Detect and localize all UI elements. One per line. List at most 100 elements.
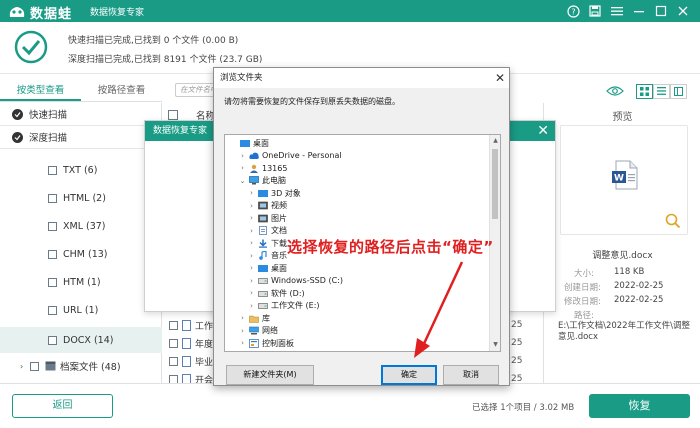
tree-label: DOCX (14) (63, 334, 114, 346)
chevron-right-icon[interactable]: › (247, 289, 256, 297)
chevron-right-icon[interactable]: › (247, 239, 256, 247)
tree-label: TXT (6) (63, 164, 98, 176)
size-label: 大小: (574, 269, 594, 279)
divider (0, 148, 162, 149)
list-view-icon[interactable] (653, 83, 670, 99)
tab-by-path[interactable]: 按路径查看 (81, 80, 162, 101)
folder-node[interactable]: › 3D 对象 (247, 187, 301, 200)
checkbox[interactable] (30, 361, 39, 371)
folder-label: 此电脑 (262, 176, 286, 186)
folder-node[interactable]: › 软件 (D:) (247, 287, 305, 300)
folder-node[interactable]: › 图片 (247, 212, 287, 225)
deep-scan-status: 深度扫描已完成,已找到 8191 个文件 (23.7 GB) (68, 55, 263, 65)
checkbox[interactable] (169, 320, 178, 330)
scroll-down-icon[interactable]: ▼ (490, 341, 500, 348)
folder-node[interactable]: › 视频 (247, 200, 287, 213)
checkbox[interactable] (169, 338, 178, 348)
chevron-right-icon[interactable]: › (247, 227, 256, 235)
chevron-right-icon[interactable]: › (247, 214, 256, 222)
detail-view-icon[interactable] (670, 83, 687, 99)
cancel-button[interactable]: 取消 (443, 365, 499, 385)
checkbox[interactable] (48, 165, 57, 175)
tree-quick-scan[interactable]: 快速扫描 (0, 103, 162, 125)
chevron-right-icon[interactable]: › (238, 339, 247, 347)
chevron-right-icon[interactable]: › (247, 202, 256, 210)
media-folder-icon (258, 201, 268, 210)
checkbox[interactable] (48, 221, 57, 231)
menu-icon[interactable] (606, 2, 628, 20)
zoom-icon[interactable] (665, 213, 681, 229)
tree-item-xml[interactable]: XML (37) (0, 215, 162, 237)
chevron-right-icon[interactable]: › (247, 264, 256, 272)
folder-node[interactable]: › 网络 (238, 325, 278, 338)
tree-item-archive[interactable]: › 档案文件 (48) (0, 355, 162, 377)
folder-node[interactable]: › 下载 (247, 237, 287, 250)
eye-icon[interactable] (606, 85, 624, 97)
save-icon[interactable] (584, 2, 606, 20)
close-icon[interactable] (672, 2, 694, 20)
folder-node[interactable]: › 音乐 (247, 250, 287, 263)
chevron-right-icon[interactable]: › (247, 189, 256, 197)
folder-node[interactable]: ⌄ 此电脑 (238, 175, 286, 188)
minimize-icon[interactable] (628, 2, 650, 20)
ok-button[interactable]: 确定 (381, 365, 437, 385)
folder-label: Windows-SSD (C:) (271, 276, 343, 286)
folder-node[interactable]: › 桌面 (247, 262, 287, 275)
scroll-thumb[interactable] (492, 149, 498, 219)
music-icon (259, 251, 267, 261)
folder-node[interactable]: › 工作文件 (E:) (247, 300, 319, 313)
check-icon (12, 131, 23, 143)
tree-item-chm[interactable]: CHM (13) (0, 243, 162, 265)
folder-node[interactable]: › OneDrive - Personal (238, 150, 342, 163)
chevron-right-icon[interactable]: › (238, 164, 247, 172)
checkbox[interactable] (48, 305, 57, 315)
recover-button[interactable]: 恢复 (589, 394, 690, 418)
preview-panel: 预览 W 调整意见.docx 大小: 118 KB 创建日期: 2022-02-… (543, 103, 700, 383)
select-all-checkbox[interactable] (168, 110, 178, 120)
checkbox[interactable] (48, 277, 57, 287)
chevron-right-icon[interactable]: › (247, 252, 256, 260)
user-icon (250, 164, 258, 173)
maximize-icon[interactable] (650, 2, 672, 20)
folder-node[interactable]: › 文档 (247, 225, 287, 238)
app-window: 数据蛙 数据恢复专家 ? 快速扫描已完成,已找到 0 个文件 (0.00 B) … (0, 0, 700, 428)
checkbox[interactable] (48, 193, 57, 203)
folder-node[interactable]: 桌面 (229, 137, 269, 150)
back-button[interactable]: 返回 (12, 394, 113, 418)
tree-deep-scan[interactable]: 深度扫描 (0, 126, 162, 148)
tree-item-html[interactable]: HTML (2) (0, 187, 162, 209)
chevron-right-icon[interactable]: › (247, 277, 256, 285)
folder-node[interactable]: › 13165 (238, 162, 287, 175)
tree-item-txt[interactable]: TXT (6) (0, 159, 162, 181)
folder-node[interactable]: › Windows-SSD (C:) (247, 275, 343, 288)
help-icon[interactable]: ? (562, 2, 584, 20)
tab-by-type[interactable]: 按类型查看 (0, 80, 81, 101)
created-label: 创建日期: (564, 283, 601, 293)
chevron-right-icon[interactable]: › (247, 302, 256, 310)
scroll-up-icon[interactable]: ▲ (490, 137, 500, 144)
folder-node[interactable]: › 控制面板 (238, 337, 294, 350)
grid-view-icon[interactable] (636, 83, 653, 99)
tree-item-htm[interactable]: HTM (1) (0, 271, 162, 293)
tree-item-docx[interactable]: DOCX (14) (0, 327, 162, 353)
checkbox[interactable] (48, 335, 57, 345)
chevron-down-icon[interactable]: ⌄ (238, 177, 247, 185)
folder-node[interactable]: › 库 (238, 312, 270, 325)
bottom-bar: 返回 已选择 1个项目 / 3.02 MB 恢复 (0, 383, 700, 428)
chevron-right-icon[interactable]: › (238, 327, 247, 335)
chevron-right-icon[interactable]: › (238, 314, 247, 322)
logo-text: 数据蛙 (30, 7, 73, 22)
tree-item-url[interactable]: URL (1) (0, 299, 162, 321)
close-icon[interactable]: ✕ (537, 123, 549, 139)
preview-thumbnail: W (560, 125, 688, 235)
chevron-right-icon[interactable]: › (20, 362, 30, 371)
product-name: 数据恢复专家 (90, 8, 145, 18)
dialog-title: 浏览文件夹 (214, 68, 509, 88)
chevron-right-icon[interactable]: › (238, 152, 247, 160)
new-folder-button[interactable]: 新建文件夹(M) (226, 365, 314, 385)
checkbox[interactable] (169, 356, 178, 366)
close-icon[interactable]: ✕ (495, 71, 505, 85)
folder-label: 3D 对象 (271, 188, 301, 198)
instruction-annotation: 选择恢复的路径后点击“确定” (287, 238, 494, 256)
checkbox[interactable] (48, 249, 57, 259)
